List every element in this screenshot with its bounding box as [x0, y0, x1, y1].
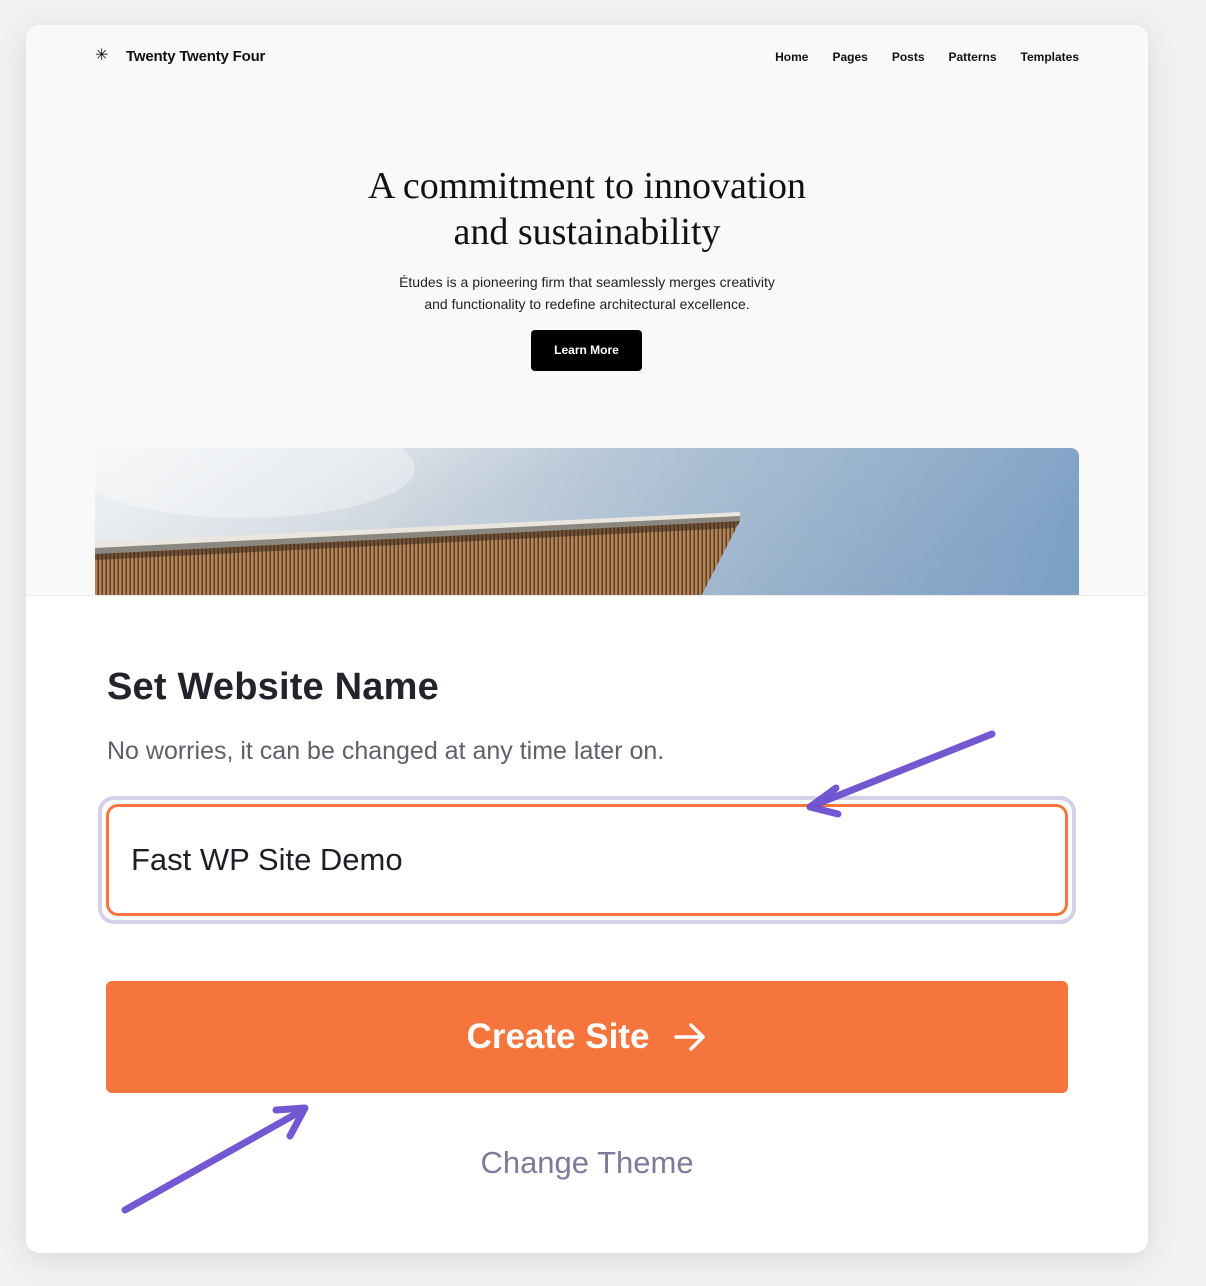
preview-learn-more-button: Learn More — [531, 330, 642, 371]
form-title: Set Website Name — [107, 666, 439, 708]
theme-preview: ✳ Twenty Twenty Four Home Pages Posts Pa… — [26, 25, 1148, 596]
preview-hero-title: A commitment to innovation and sustainab… — [26, 163, 1148, 255]
building-roof-image — [95, 448, 1079, 595]
asterisk-icon: ✳ — [95, 47, 109, 64]
form-subtitle: No worries, it can be changed at any tim… — [107, 737, 665, 765]
preview-nav: Home Pages Posts Patterns Templates — [775, 50, 1079, 64]
nav-item-posts: Posts — [891, 50, 925, 64]
preview-hero-image — [95, 448, 1079, 595]
create-site-label: Create Site — [466, 1017, 650, 1056]
site-setup-card: ✳ Twenty Twenty Four Home Pages Posts Pa… — [26, 25, 1148, 1253]
hero-title-line-2: and sustainability — [453, 211, 721, 253]
preview-hero-description: Études is a pioneering firm that seamles… — [26, 271, 1148, 315]
preview-site-title: Twenty Twenty Four — [126, 48, 266, 65]
site-name-form: Set Website Name No worries, it can be c… — [26, 596, 1148, 1253]
hero-title-line-1: A commitment to innovation — [367, 165, 807, 207]
nav-item-patterns: Patterns — [948, 50, 997, 64]
create-site-button[interactable]: Create Site — [106, 981, 1068, 1093]
nav-item-pages: Pages — [832, 50, 868, 64]
nav-item-templates: Templates — [1020, 50, 1079, 64]
arrow-right-icon — [674, 1023, 706, 1051]
nav-item-home: Home — [775, 50, 809, 64]
change-theme-link[interactable]: Change Theme — [26, 1145, 1148, 1181]
preview-header: ✳ Twenty Twenty Four Home Pages Posts Pa… — [95, 47, 1079, 67]
hero-description-line-1: Études is a pioneering firm that seamles… — [399, 274, 775, 290]
website-name-input[interactable] — [106, 804, 1068, 916]
hero-description-line-2: and functionality to redefine architectu… — [424, 296, 750, 312]
